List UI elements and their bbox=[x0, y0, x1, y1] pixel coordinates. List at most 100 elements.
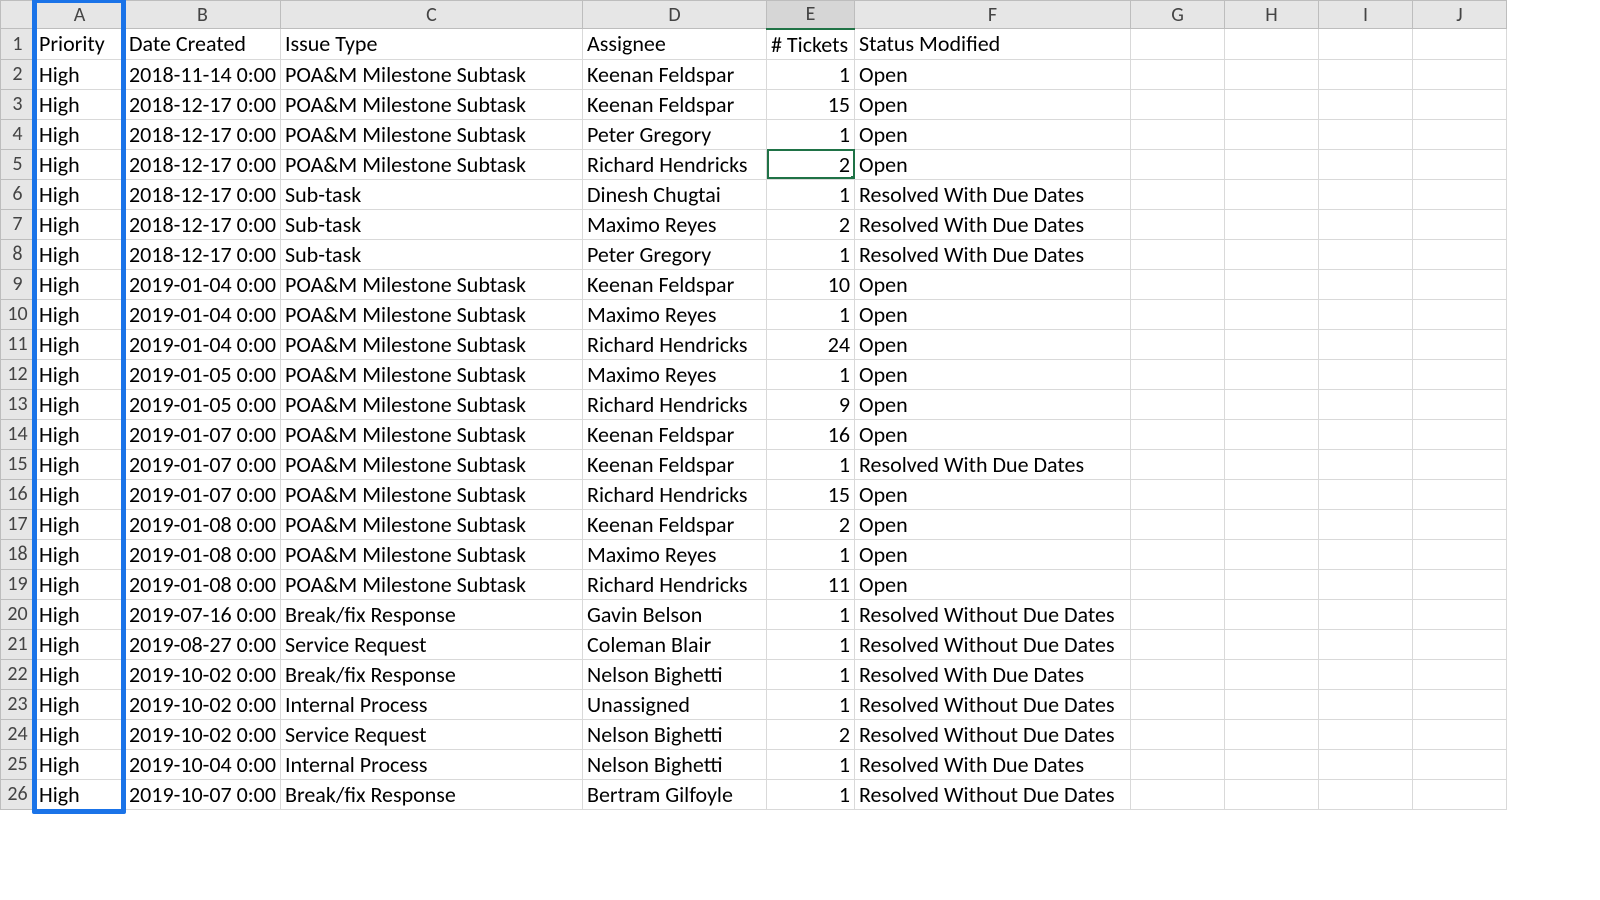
cell-C3[interactable]: POA&M Milestone Subtask bbox=[281, 89, 583, 119]
cell-A25[interactable]: High bbox=[35, 749, 125, 779]
cell-J14[interactable] bbox=[1413, 419, 1507, 449]
cell-G14[interactable] bbox=[1131, 419, 1225, 449]
cell-A16[interactable]: High bbox=[35, 479, 125, 509]
cell-B7[interactable]: 2018-12-17 0:00 bbox=[125, 209, 281, 239]
cell-J9[interactable] bbox=[1413, 269, 1507, 299]
cell-I17[interactable] bbox=[1319, 509, 1413, 539]
cell-G17[interactable] bbox=[1131, 509, 1225, 539]
cell-H4[interactable] bbox=[1225, 119, 1319, 149]
cell-I15[interactable] bbox=[1319, 449, 1413, 479]
cell-F17[interactable]: Open bbox=[855, 509, 1131, 539]
cell-A15[interactable]: High bbox=[35, 449, 125, 479]
cell-D14[interactable]: Keenan Feldspar bbox=[583, 419, 767, 449]
cell-C10[interactable]: POA&M Milestone Subtask bbox=[281, 299, 583, 329]
cell-D5[interactable]: Richard Hendricks bbox=[583, 149, 767, 179]
cell-A20[interactable]: High bbox=[35, 599, 125, 629]
cell-B16[interactable]: 2019-01-07 0:00 bbox=[125, 479, 281, 509]
cell-A2[interactable]: High bbox=[35, 59, 125, 89]
cell-G20[interactable] bbox=[1131, 599, 1225, 629]
cell-A19[interactable]: High bbox=[35, 569, 125, 599]
cell-G6[interactable] bbox=[1131, 179, 1225, 209]
cell-I26[interactable] bbox=[1319, 779, 1413, 809]
row-header-4[interactable]: 4 bbox=[1, 119, 35, 149]
cell-J24[interactable] bbox=[1413, 719, 1507, 749]
cell-C21[interactable]: Service Request bbox=[281, 629, 583, 659]
row-header-19[interactable]: 19 bbox=[1, 569, 35, 599]
row-header-21[interactable]: 21 bbox=[1, 629, 35, 659]
cell-D21[interactable]: Coleman Blair bbox=[583, 629, 767, 659]
row-header-2[interactable]: 2 bbox=[1, 59, 35, 89]
col-header-I[interactable]: I bbox=[1319, 1, 1413, 29]
cell-I25[interactable] bbox=[1319, 749, 1413, 779]
cell-F6[interactable]: Resolved With Due Dates bbox=[855, 179, 1131, 209]
cell-F15[interactable]: Resolved With Due Dates bbox=[855, 449, 1131, 479]
cell-G4[interactable] bbox=[1131, 119, 1225, 149]
cell-B19[interactable]: 2019-01-08 0:00 bbox=[125, 569, 281, 599]
col-header-B[interactable]: B bbox=[125, 1, 281, 29]
cell-J1[interactable] bbox=[1413, 29, 1507, 60]
cell-B17[interactable]: 2019-01-08 0:00 bbox=[125, 509, 281, 539]
cell-E18[interactable]: 1 bbox=[767, 539, 855, 569]
cell-E6[interactable]: 1 bbox=[767, 179, 855, 209]
cell-B15[interactable]: 2019-01-07 0:00 bbox=[125, 449, 281, 479]
cell-A17[interactable]: High bbox=[35, 509, 125, 539]
cell-I1[interactable] bbox=[1319, 29, 1413, 60]
cell-E13[interactable]: 9 bbox=[767, 389, 855, 419]
cell-J18[interactable] bbox=[1413, 539, 1507, 569]
cell-D1[interactable]: Assignee bbox=[583, 29, 767, 60]
cell-H17[interactable] bbox=[1225, 509, 1319, 539]
row-header-1[interactable]: 1 bbox=[1, 29, 35, 60]
cell-J6[interactable] bbox=[1413, 179, 1507, 209]
cell-D18[interactable]: Maximo Reyes bbox=[583, 539, 767, 569]
cell-J20[interactable] bbox=[1413, 599, 1507, 629]
cell-G5[interactable] bbox=[1131, 149, 1225, 179]
cell-E5[interactable]: 2 bbox=[767, 149, 855, 179]
cell-H24[interactable] bbox=[1225, 719, 1319, 749]
cell-J10[interactable] bbox=[1413, 299, 1507, 329]
cell-I10[interactable] bbox=[1319, 299, 1413, 329]
cell-F14[interactable]: Open bbox=[855, 419, 1131, 449]
cell-A11[interactable]: High bbox=[35, 329, 125, 359]
cell-B14[interactable]: 2019-01-07 0:00 bbox=[125, 419, 281, 449]
cell-E19[interactable]: 11 bbox=[767, 569, 855, 599]
cell-F11[interactable]: Open bbox=[855, 329, 1131, 359]
cell-F5[interactable]: Open bbox=[855, 149, 1131, 179]
cell-H19[interactable] bbox=[1225, 569, 1319, 599]
cell-J4[interactable] bbox=[1413, 119, 1507, 149]
cell-E20[interactable]: 1 bbox=[767, 599, 855, 629]
row-header-9[interactable]: 9 bbox=[1, 269, 35, 299]
cell-C7[interactable]: Sub-task bbox=[281, 209, 583, 239]
cell-I16[interactable] bbox=[1319, 479, 1413, 509]
cell-C1[interactable]: Issue Type bbox=[281, 29, 583, 60]
cell-C14[interactable]: POA&M Milestone Subtask bbox=[281, 419, 583, 449]
cell-G11[interactable] bbox=[1131, 329, 1225, 359]
cell-E8[interactable]: 1 bbox=[767, 239, 855, 269]
cell-C6[interactable]: Sub-task bbox=[281, 179, 583, 209]
row-header-26[interactable]: 26 bbox=[1, 779, 35, 809]
cell-E21[interactable]: 1 bbox=[767, 629, 855, 659]
cell-D4[interactable]: Peter Gregory bbox=[583, 119, 767, 149]
cell-B4[interactable]: 2018-12-17 0:00 bbox=[125, 119, 281, 149]
row-header-6[interactable]: 6 bbox=[1, 179, 35, 209]
cell-D17[interactable]: Keenan Feldspar bbox=[583, 509, 767, 539]
cell-A9[interactable]: High bbox=[35, 269, 125, 299]
cell-C17[interactable]: POA&M Milestone Subtask bbox=[281, 509, 583, 539]
cell-H8[interactable] bbox=[1225, 239, 1319, 269]
cell-C13[interactable]: POA&M Milestone Subtask bbox=[281, 389, 583, 419]
cell-A7[interactable]: High bbox=[35, 209, 125, 239]
col-header-G[interactable]: G bbox=[1131, 1, 1225, 29]
cell-E12[interactable]: 1 bbox=[767, 359, 855, 389]
cell-H26[interactable] bbox=[1225, 779, 1319, 809]
cell-A10[interactable]: High bbox=[35, 299, 125, 329]
row-header-12[interactable]: 12 bbox=[1, 359, 35, 389]
cell-B8[interactable]: 2018-12-17 0:00 bbox=[125, 239, 281, 269]
cell-G1[interactable] bbox=[1131, 29, 1225, 60]
cell-D24[interactable]: Nelson Bighetti bbox=[583, 719, 767, 749]
cell-J22[interactable] bbox=[1413, 659, 1507, 689]
cell-I20[interactable] bbox=[1319, 599, 1413, 629]
cell-H9[interactable] bbox=[1225, 269, 1319, 299]
cell-H7[interactable] bbox=[1225, 209, 1319, 239]
cell-D15[interactable]: Keenan Feldspar bbox=[583, 449, 767, 479]
col-header-D[interactable]: D bbox=[583, 1, 767, 29]
cell-F19[interactable]: Open bbox=[855, 569, 1131, 599]
